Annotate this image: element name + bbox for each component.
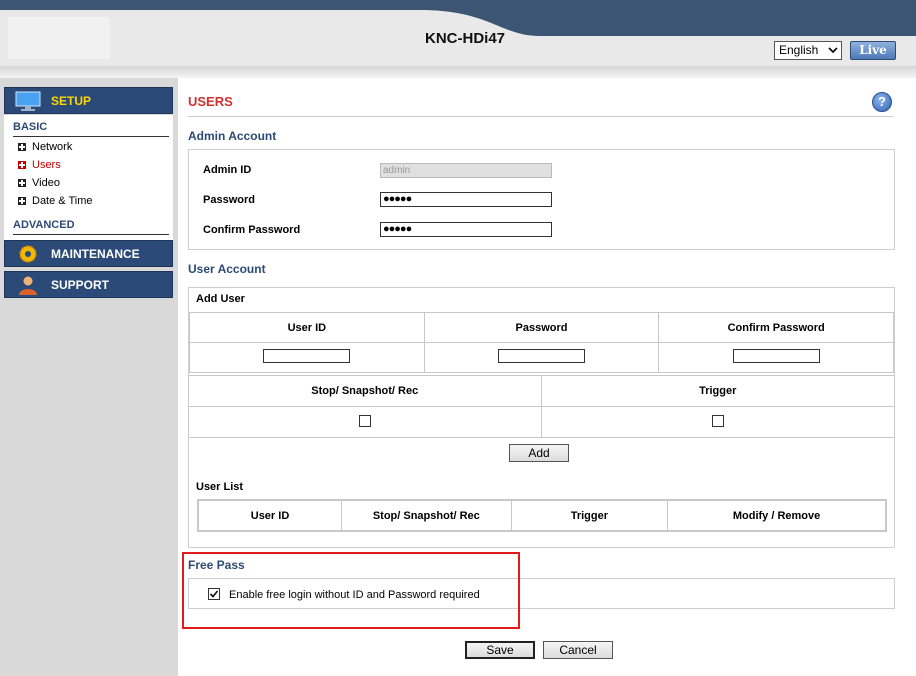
add-user-label: Add User [196, 293, 245, 305]
permissions-table: Stop/ Snapshot/ Rec Trigger [188, 375, 895, 438]
list-col-stop-snapshot-rec: Stop/ Snapshot/ Rec [341, 499, 512, 532]
sidebar-maintenance-header[interactable]: MAINTENANCE [4, 240, 173, 267]
gear-icon [19, 245, 37, 263]
list-col-modify-remove: Modify / Remove [667, 499, 887, 532]
sidebar-support-label: SUPPORT [51, 278, 110, 292]
col-user-id: User ID [189, 312, 425, 343]
sidebar-item-network[interactable]: Network [18, 141, 72, 153]
camera-model-title: KNC-HDi47 [425, 30, 506, 47]
save-button[interactable]: Save [465, 641, 535, 659]
plus-box-icon [18, 179, 26, 187]
support-person-icon [19, 276, 37, 295]
admin-password-input[interactable]: ●●●●● [380, 192, 552, 207]
user-account-panel: Add User User ID Password Confirm Passwo… [188, 287, 895, 548]
sidebar-item-label: Users [32, 159, 61, 171]
user-list-label: User List [196, 481, 244, 493]
advanced-divider [13, 234, 169, 235]
sidebar-maintenance-label: MAINTENANCE [51, 247, 140, 261]
sidebar-item-users[interactable]: Users [18, 159, 61, 171]
col-trigger: Trigger [540, 375, 895, 407]
confirm-password-label: Confirm Password [203, 224, 301, 236]
page-title: USERS [188, 94, 233, 109]
add-button[interactable]: Add [509, 444, 569, 462]
list-col-trigger: Trigger [510, 499, 669, 532]
basic-divider [13, 136, 169, 137]
logo [8, 17, 110, 59]
trigger-checkbox[interactable] [711, 414, 724, 427]
col-password: Password [423, 312, 660, 343]
admin-id-label: Admin ID [203, 164, 252, 176]
sidebar-item-label: Video [32, 177, 60, 189]
new-user-confirm-input[interactable] [732, 349, 820, 363]
plus-box-icon [18, 161, 26, 169]
live-button[interactable]: Live [850, 41, 896, 60]
user-account-title: User Account [188, 262, 266, 276]
add-user-table: User ID Password Confirm Password [189, 312, 894, 373]
main-content: USERS ? Admin Account Admin ID admin Pas… [178, 78, 916, 676]
col-stop-snapshot-rec: Stop/ Snapshot/ Rec [188, 375, 542, 407]
stop-snapshot-rec-checkbox[interactable] [358, 414, 371, 427]
help-icon[interactable]: ? [872, 92, 892, 112]
language-select[interactable]: English [774, 41, 842, 60]
free-pass-highlight-box [182, 552, 520, 629]
admin-id-input: admin [380, 163, 552, 178]
password-label: Password [203, 194, 255, 206]
monitor-icon [15, 91, 41, 111]
new-user-id-input[interactable] [263, 349, 351, 363]
new-confirm-cell [658, 342, 894, 373]
sidebar-setup-header[interactable]: SETUP [4, 87, 173, 114]
sidebar-item-date-time[interactable]: Date & Time [18, 195, 93, 207]
setup-submenu: BASIC Network Users Video Date & Time AD… [4, 115, 173, 241]
sidebar-item-label: Network [32, 141, 73, 153]
header: KNC-HDi47 English Live [0, 0, 916, 78]
admin-confirm-password-input[interactable]: ●●●●● [380, 222, 552, 237]
advanced-section-label[interactable]: ADVANCED [13, 219, 75, 231]
sidebar-support-header[interactable]: SUPPORT [4, 271, 173, 298]
admin-account-title: Admin Account [188, 129, 277, 143]
sidebar-item-label: Date & Time [32, 195, 93, 207]
new-password-cell [423, 342, 660, 373]
plus-box-icon [18, 143, 26, 151]
sidebar-setup-label: SETUP [51, 94, 92, 108]
chevron-down-icon [828, 47, 838, 54]
basic-section-label: BASIC [13, 121, 48, 133]
list-col-user-id: User ID [197, 499, 343, 532]
new-user-id-cell [189, 342, 425, 373]
user-list-table: User ID Stop/ Snapshot/ Rec Trigger Modi… [197, 499, 887, 532]
sidebar: SETUP BASIC Network Users Video Date & T… [0, 78, 178, 676]
header-shadow [0, 66, 916, 78]
sidebar-item-video[interactable]: Video [18, 177, 60, 189]
col-confirm-password: Confirm Password [658, 312, 894, 343]
stop-checkbox-cell [188, 406, 542, 438]
new-user-password-input[interactable] [497, 349, 585, 363]
trigger-checkbox-cell [540, 406, 895, 438]
admin-account-panel: Admin ID admin Password ●●●●● Confirm Pa… [188, 149, 895, 250]
title-divider [188, 116, 894, 117]
language-select-value: English [779, 43, 819, 57]
cancel-button[interactable]: Cancel [543, 641, 613, 659]
plus-box-icon [18, 197, 26, 205]
